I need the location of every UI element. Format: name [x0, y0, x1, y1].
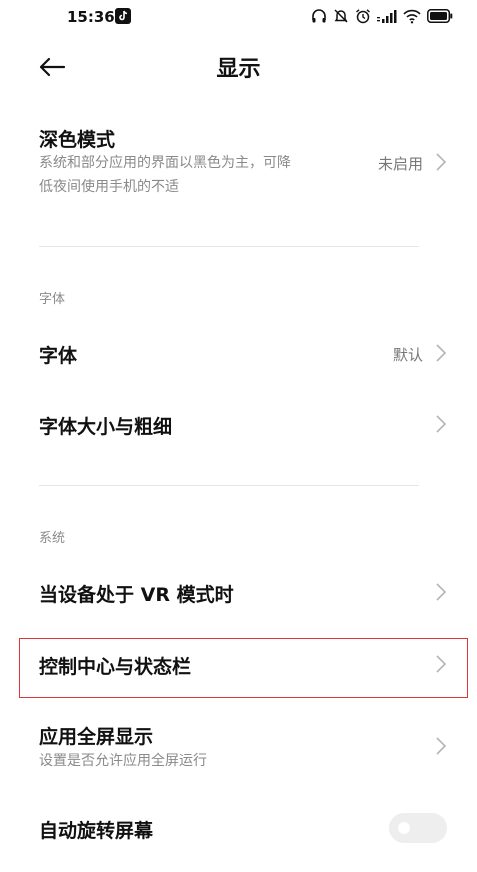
toggle-knob: [398, 822, 410, 834]
vr-mode-row[interactable]: 当设备处于 VR 模式时: [0, 566, 477, 618]
chevron-right-icon: [436, 344, 447, 362]
dark-mode-desc-line1: 系统和部分应用的界面以黑色为主，可降: [39, 155, 291, 171]
font-size-row[interactable]: 字体大小与粗细: [0, 398, 477, 450]
font-value: 默认: [392, 346, 423, 364]
chevron-right-icon: [436, 153, 447, 171]
section-label-font: 字体: [39, 292, 66, 307]
chevron-right-icon: [436, 583, 447, 601]
chevron-right-icon: [436, 737, 447, 755]
chevron-right-icon: [436, 415, 447, 433]
hd-signal-icon: [377, 8, 397, 24]
dark-mode-title: 深色模式: [39, 129, 116, 151]
font-size-title: 字体大小与粗细: [39, 416, 173, 438]
section-label-system: 系统: [39, 531, 66, 546]
dark-mode-row[interactable]: 深色模式 系统和部分应用的界面以黑色为主，可降 低夜间使用手机的不适 未启用: [0, 115, 477, 225]
silent-bell-icon: [334, 9, 348, 23]
fullscreen-desc: 设置是否允许应用全屏运行: [39, 753, 207, 769]
battery-icon: [427, 9, 453, 23]
wifi-icon: [403, 9, 421, 24]
alarm-icon: [356, 9, 370, 24]
header: 显示: [0, 42, 477, 92]
vr-mode-title: 当设备处于 VR 模式时: [39, 584, 234, 606]
status-icons: [311, 8, 453, 24]
fullscreen-title: 应用全屏显示: [39, 726, 154, 748]
font-row[interactable]: 字体 默认: [0, 328, 477, 380]
highlight-box: [19, 638, 468, 698]
status-bar: 15:36: [0, 0, 477, 34]
fullscreen-row[interactable]: 应用全屏显示 设置是否允许应用全屏运行: [0, 716, 477, 780]
divider: [39, 246, 419, 247]
page-title: 显示: [216, 57, 261, 82]
status-time: 15:36: [67, 8, 115, 26]
auto-rotate-toggle[interactable]: [389, 813, 447, 843]
font-title: 字体: [39, 345, 78, 367]
divider: [39, 485, 419, 486]
dark-mode-value: 未启用: [377, 155, 423, 173]
auto-rotate-title: 自动旋转屏幕: [39, 820, 154, 842]
tiktok-notification-icon: [115, 8, 131, 24]
headphones-icon: [312, 9, 326, 23]
dark-mode-desc-line2: 低夜间使用手机的不适: [39, 179, 179, 195]
